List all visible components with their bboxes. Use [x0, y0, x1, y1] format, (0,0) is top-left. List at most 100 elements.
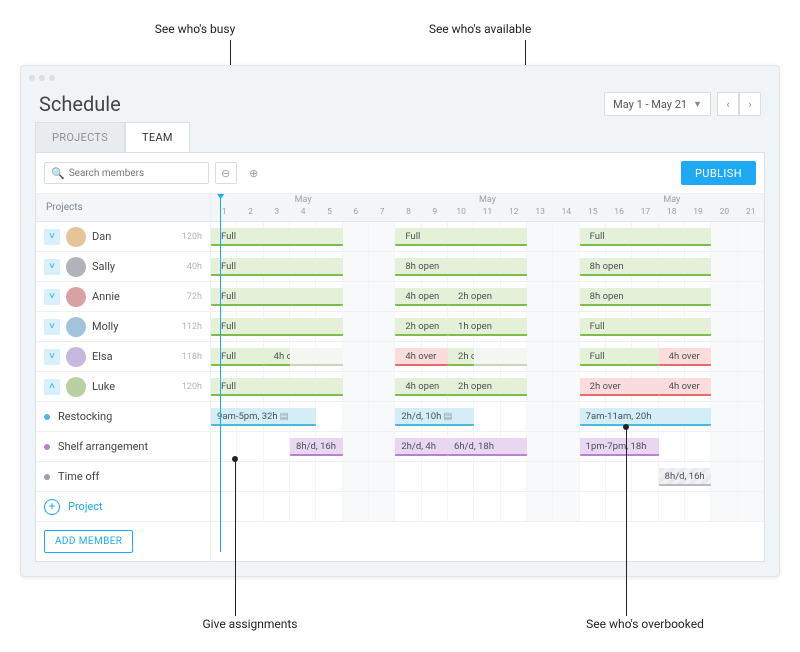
- availability-bar[interactable]: 4h open: [395, 378, 448, 396]
- search-input[interactable]: 🔍: [44, 162, 209, 184]
- annotation-busy: See who's busy: [135, 22, 255, 36]
- day-header: 18: [659, 207, 685, 220]
- availability-bar[interactable]: 2h open: [448, 348, 474, 366]
- chevron-down-icon[interactable]: ˅: [44, 229, 60, 245]
- lock-icon: ▤: [280, 411, 289, 422]
- add-project-row[interactable]: +Project: [36, 492, 210, 522]
- empty-lane: [211, 492, 764, 522]
- task-color-dot: [44, 444, 50, 450]
- day-header: 12: [501, 207, 527, 220]
- availability-bar[interactable]: 4h over: [659, 378, 712, 396]
- date-range-picker[interactable]: May 1 - May 21▼: [604, 92, 711, 116]
- member-lane: Full Full Full: [211, 222, 764, 252]
- availability-bar[interactable]: Full: [395, 228, 527, 246]
- availability-bar[interactable]: Full: [211, 258, 343, 276]
- availability-bar[interactable]: Full: [211, 348, 264, 366]
- task-bar[interactable]: 2h/d, 4h: [395, 438, 448, 456]
- member-row[interactable]: ˅Dan120h: [36, 222, 210, 252]
- availability-bar[interactable]: Full: [211, 228, 343, 246]
- day-header: 4: [290, 207, 316, 220]
- task-bar[interactable]: 8h/d, 16h: [290, 438, 343, 456]
- day-header: 8: [395, 207, 421, 220]
- availability-bar[interactable]: Full: [211, 318, 343, 336]
- day-header: 2: [237, 207, 263, 220]
- task-bar[interactable]: 7am-11am, 20h: [580, 408, 712, 426]
- member-hours: 120h: [182, 232, 202, 242]
- chevron-down-icon[interactable]: ˅: [44, 349, 60, 365]
- member-row[interactable]: ˅Elsa118h: [36, 342, 210, 372]
- member-name: Sally: [92, 260, 187, 273]
- next-button[interactable]: ›: [739, 92, 761, 116]
- availability-bar[interactable]: 4h open: [395, 288, 448, 306]
- grid-left: Projects ˅Dan120h˅Sally40h˅Annie72h˅Moll…: [36, 194, 211, 561]
- chevron-down-icon[interactable]: ˅: [44, 289, 60, 305]
- availability-bar[interactable]: 1h open: [448, 318, 527, 336]
- task-name: Time off: [58, 470, 202, 483]
- publish-button[interactable]: PUBLISH: [681, 161, 756, 185]
- day-header: 19: [685, 207, 711, 220]
- member-hours: 40h: [187, 262, 202, 272]
- prev-button[interactable]: ‹: [717, 92, 739, 116]
- availability-bar[interactable]: 8h open: [580, 288, 712, 306]
- add-member-button[interactable]: ADD MEMBER: [44, 530, 133, 553]
- availability-bar[interactable]: 2h open: [448, 288, 527, 306]
- tab-team[interactable]: TEAM: [125, 122, 190, 152]
- member-lane: Full 4h open2h open 2h over4h over: [211, 372, 764, 402]
- day-header: 9: [422, 207, 448, 220]
- task-color-dot: [44, 474, 50, 480]
- avatar: [66, 227, 86, 247]
- day-header: 11: [474, 207, 500, 220]
- member-name: Molly: [92, 320, 182, 333]
- tab-projects[interactable]: PROJECTS: [35, 122, 125, 152]
- member-row[interactable]: ˅Annie72h: [36, 282, 210, 312]
- task-bar[interactable]: 8h/d, 16h: [659, 468, 712, 486]
- search-field[interactable]: [69, 168, 202, 179]
- month-label: May: [295, 195, 312, 205]
- task-bar[interactable]: 2h/d, 10h ▤: [395, 408, 474, 426]
- availability-bar[interactable]: [474, 348, 527, 366]
- today-indicator: [220, 194, 221, 552]
- member-hours: 72h: [187, 292, 202, 302]
- availability-bar[interactable]: Full: [211, 288, 343, 306]
- member-row[interactable]: ˄Luke120h: [36, 372, 210, 402]
- availability-bar[interactable]: 4h open: [264, 348, 290, 366]
- availability-bar[interactable]: Full: [580, 228, 712, 246]
- task-bar[interactable]: 6h/d, 18h: [448, 438, 527, 456]
- member-row[interactable]: ˅ Sally40h: [36, 252, 210, 282]
- member-hours: 112h: [182, 322, 202, 332]
- chevron-down-icon[interactable]: ˅: [44, 319, 60, 335]
- task-name: Shelf arrangement: [58, 440, 202, 453]
- availability-bar[interactable]: Full: [580, 348, 659, 366]
- availability-bar[interactable]: 8h open: [580, 258, 712, 276]
- task-row[interactable]: Time off: [36, 462, 210, 492]
- zoom-in-button[interactable]: ⊕: [243, 162, 265, 184]
- task-lane: 8h/d, 16h: [211, 462, 764, 492]
- zoom-out-button[interactable]: ⊖: [215, 162, 237, 184]
- availability-bar[interactable]: 2h over: [580, 378, 659, 396]
- availability-bar[interactable]: 2h open: [448, 378, 527, 396]
- toolbar: 🔍 ⊖ ⊕ PUBLISH: [36, 153, 764, 194]
- task-row[interactable]: Restocking: [36, 402, 210, 432]
- member-lane: Full 8h open 8h open: [211, 252, 764, 282]
- panel: 🔍 ⊖ ⊕ PUBLISH Projects ˅Dan120h˅Sally40h…: [35, 152, 765, 562]
- day-header: 17: [632, 207, 658, 220]
- task-color-dot: [44, 414, 50, 420]
- availability-bar[interactable]: [290, 348, 343, 366]
- day-header: 10: [448, 207, 474, 220]
- availability-bar[interactable]: Full: [580, 318, 712, 336]
- member-name: Elsa: [92, 350, 182, 363]
- task-lane: 8h/d, 16h 2h/d, 4h6h/d, 18h 1pm-7pm, 18h: [211, 432, 764, 462]
- day-header: 14: [553, 207, 579, 220]
- member-row[interactable]: ˅ Molly112h: [36, 312, 210, 342]
- availability-bar[interactable]: Full: [211, 378, 343, 396]
- availability-bar[interactable]: 4h over: [659, 348, 712, 366]
- availability-bar[interactable]: 4h over: [395, 348, 448, 366]
- chevron-up-icon[interactable]: ˄: [44, 379, 60, 395]
- availability-bar[interactable]: 2h open: [395, 318, 448, 336]
- availability-bar[interactable]: 8h open: [395, 258, 527, 276]
- task-bar[interactable]: 9am-5pm, 32h ▤: [211, 408, 316, 426]
- task-row[interactable]: Shelf arrangement: [36, 432, 210, 462]
- chevron-down-icon[interactable]: ˅: [44, 259, 60, 275]
- member-name: Luke: [92, 380, 182, 393]
- task-bar[interactable]: 1pm-7pm, 18h: [580, 438, 659, 456]
